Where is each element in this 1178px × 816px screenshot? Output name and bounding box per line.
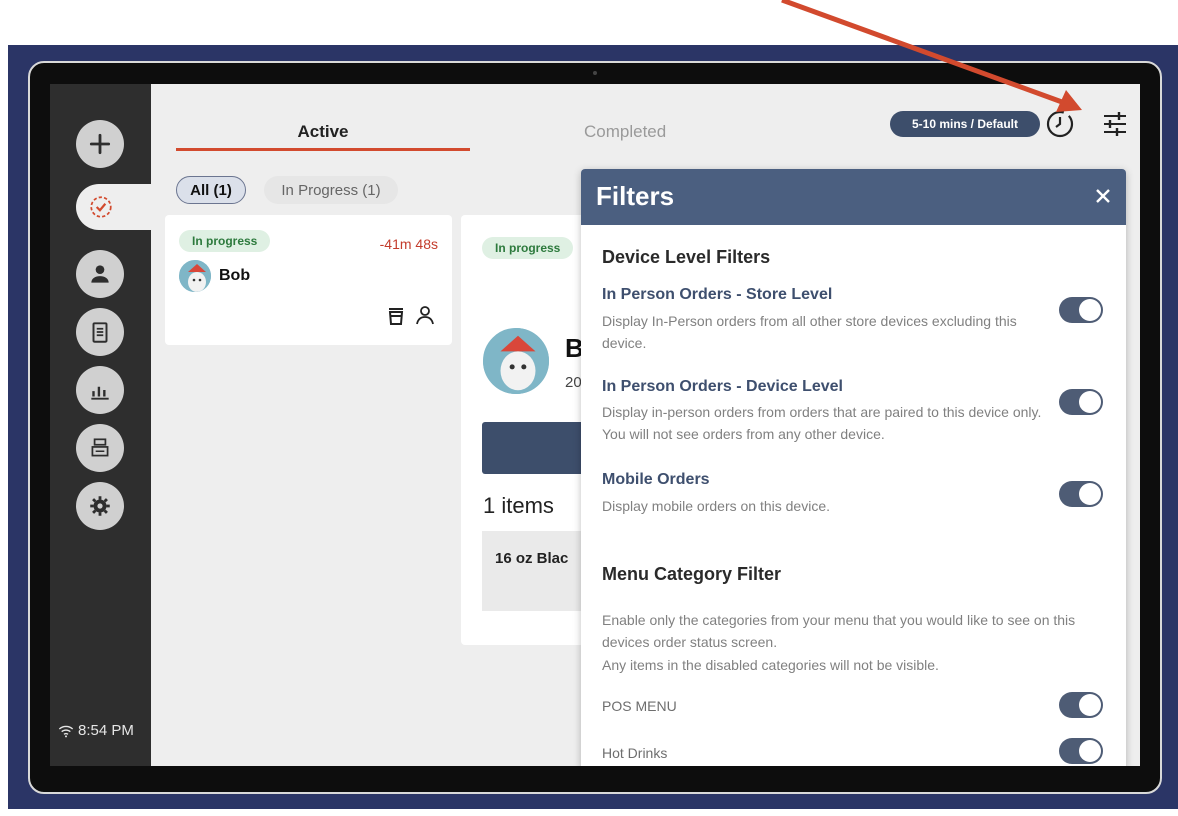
bunny-avatar-icon — [179, 260, 211, 292]
plus-icon — [89, 133, 111, 155]
person-outline-icon — [416, 306, 434, 325]
cup-icon — [388, 308, 404, 325]
prep-time-pill[interactable]: 5-10 mins / Default — [890, 111, 1040, 137]
clipboard-icon — [92, 322, 108, 343]
filters-panel: Filters Device Level Filters In Person O… — [581, 169, 1126, 766]
category-hot-drinks-toggle[interactable] — [1059, 738, 1103, 764]
sidebar-item-analytics[interactable] — [76, 366, 124, 414]
sidebar-item-customers[interactable] — [76, 250, 124, 298]
close-icon — [1096, 189, 1110, 203]
clock-icon[interactable] — [1044, 108, 1076, 140]
mobile-orders-toggle[interactable] — [1059, 481, 1103, 507]
menu-category-heading: Menu Category Filter — [602, 564, 782, 584]
device-level-desc: Display in-person orders from orders tha… — [602, 404, 1042, 442]
tab-completed[interactable]: Completed — [584, 122, 666, 142]
category-pos-menu-toggle[interactable] — [1059, 692, 1103, 718]
filters-header: Filters — [581, 169, 1126, 225]
menu-category-desc: Enable only the categories from your men… — [602, 612, 1076, 650]
mobile-orders-title: Mobile Orders — [602, 471, 710, 488]
item-name: 16 oz Blac — [495, 550, 569, 567]
order-status-icon — [90, 196, 112, 218]
app-screen: 8:54 PM Active Completed 5-10 mins / Def… — [50, 84, 1140, 766]
bar-chart-icon — [91, 386, 109, 400]
filters-title: Filters — [596, 181, 675, 211]
close-button[interactable] — [1090, 183, 1116, 209]
detail-date: 20 — [565, 374, 582, 391]
sidebar-item-register[interactable] — [76, 424, 124, 472]
clock-text: 8:54 PM — [78, 722, 134, 739]
device-level-title: In Person Orders - Device Level — [602, 378, 843, 395]
category-pos-menu-label: POS MENU — [602, 698, 677, 714]
category-hot-drinks-label: Hot Drinks — [602, 745, 668, 761]
detail-status-badge: In progress — [482, 237, 574, 259]
person-icon — [91, 265, 109, 283]
screenshot-stage: 8:54 PM Active Completed 5-10 mins / Def… — [0, 0, 1178, 816]
device-level-toggle[interactable] — [1059, 389, 1103, 415]
main-area: Active Completed 5-10 mins / Default All… — [151, 84, 1140, 766]
order-timer: -41m 48s — [379, 236, 438, 252]
status-time: 8:54 PM — [58, 722, 134, 739]
order-card[interactable]: In progress -41m 48s Bob — [165, 215, 452, 345]
avatar — [177, 258, 213, 294]
mobile-orders-desc: Display mobile orders on this device. — [602, 498, 830, 514]
store-level-toggle[interactable] — [1059, 297, 1103, 323]
active-tab-underline — [176, 148, 470, 151]
sidebar-item-orders[interactable] — [76, 184, 151, 230]
chip-all[interactable]: All (1) — [176, 176, 246, 204]
device-filters-heading: Device Level Filters — [602, 247, 771, 267]
sidebar: 8:54 PM — [50, 84, 151, 766]
sidebar-item-settings[interactable] — [76, 482, 124, 530]
filter-sliders-icon[interactable] — [1099, 108, 1131, 140]
gear-icon — [90, 496, 110, 516]
status-badge: In progress — [179, 230, 271, 252]
menu-category-note: Any items in the disabled categories wil… — [602, 657, 939, 673]
items-count: 1 items — [483, 493, 554, 518]
wifi-icon — [58, 725, 74, 737]
chip-in-progress[interactable]: In Progress (1) — [264, 176, 398, 204]
add-order-button[interactable] — [76, 120, 124, 168]
sidebar-item-reports[interactable] — [76, 308, 124, 356]
store-level-title: In Person Orders - Store Level — [602, 286, 833, 303]
cash-register-icon — [91, 438, 109, 457]
bunny-avatar-icon — [483, 328, 549, 394]
detail-avatar — [481, 326, 551, 396]
customer-name: Bob — [219, 267, 251, 284]
tablet-camera — [593, 71, 597, 75]
store-level-desc: Display In-Person orders from all other … — [602, 313, 1017, 351]
tab-active[interactable]: Active — [176, 122, 470, 142]
